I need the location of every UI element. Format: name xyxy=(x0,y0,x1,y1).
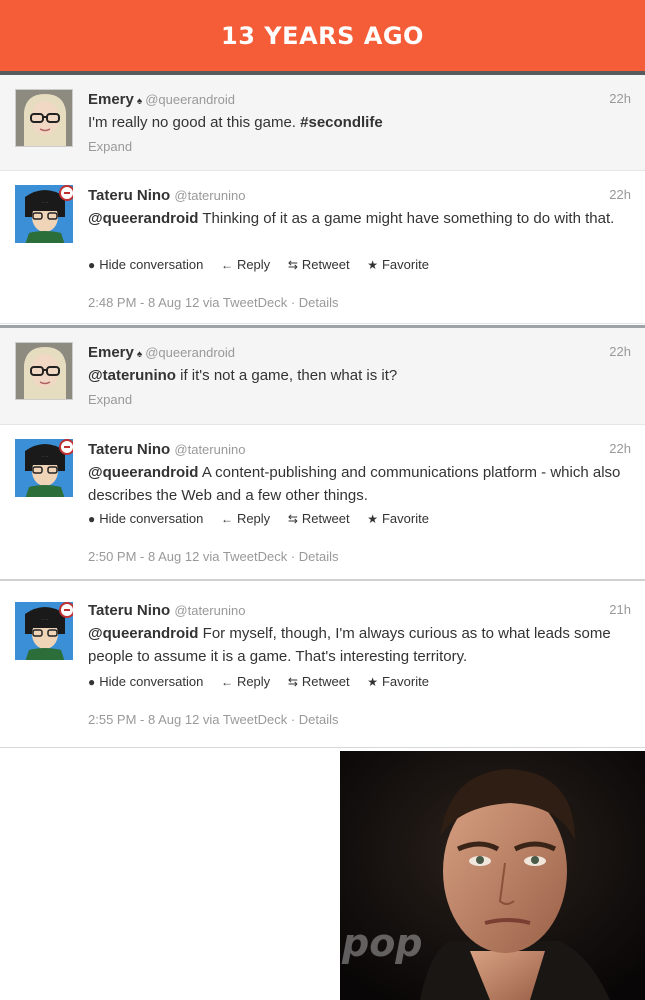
avatar[interactable] xyxy=(15,342,73,400)
star-icon: ★ xyxy=(367,512,378,526)
avatar[interactable] xyxy=(15,439,73,497)
reply-label: Reply xyxy=(236,674,271,689)
reply-button[interactable]: ← Reply xyxy=(221,674,270,689)
favorite-label: Favorite xyxy=(381,674,429,689)
hide-conversation-button[interactable]: ● Hide conversation xyxy=(88,674,203,689)
reply-label: Reply xyxy=(236,511,271,526)
user-name[interactable]: Emery xyxy=(88,91,134,108)
tweet-text: @queerandroid A content-publishing and c… xyxy=(88,461,631,507)
favorite-button[interactable]: ★ Favorite xyxy=(367,257,429,272)
speech-bubble-icon: ● xyxy=(88,512,96,526)
tweet-time[interactable]: 21h xyxy=(609,602,631,617)
reply-label: Reply xyxy=(236,257,271,272)
expand-link[interactable]: Expand xyxy=(88,392,132,407)
retweet-icon: ⇆ xyxy=(287,512,298,526)
tweet-time[interactable]: 22h xyxy=(609,441,631,456)
reply-arrow-icon: ← xyxy=(220,675,233,689)
speech-bubble-icon: ● xyxy=(88,258,96,272)
star-icon: ★ xyxy=(367,258,378,272)
tweet[interactable]: Tateru Nino @taterunino 22h @queerandroi… xyxy=(0,425,645,581)
favorite-button[interactable]: ★ Favorite xyxy=(367,674,429,689)
tweet-meta[interactable]: 2:50 PM - 8 Aug 12 via TweetDeck · Detai… xyxy=(88,549,339,564)
hide-conversation-label: Hide conversation xyxy=(99,257,204,272)
mention-link[interactable]: @queerandroid xyxy=(88,625,198,642)
tweet-meta[interactable]: 2:48 PM - 8 Aug 12 via TweetDeck · Detai… xyxy=(88,295,339,310)
retweet-icon: ⇆ xyxy=(287,675,298,689)
tweet-text: @taterunino if it's not a game, then wha… xyxy=(88,364,631,387)
reply-arrow-icon: ← xyxy=(220,512,233,526)
tweet-header: Emery ♠ @queerandroid 22h xyxy=(88,91,631,108)
spade-icon: ♠ xyxy=(136,96,143,107)
user-handle[interactable]: @taterunino xyxy=(174,603,245,618)
reply-button[interactable]: ← Reply xyxy=(221,257,270,272)
hide-conversation-label: Hide conversation xyxy=(99,674,204,689)
hide-conversation-button[interactable]: ● Hide conversation xyxy=(88,511,203,526)
user-handle[interactable]: @taterunino xyxy=(174,188,245,203)
tweet-actions: ● Hide conversation ← Reply ⇆ Retweet ★ Favo… xyxy=(88,257,443,272)
retweet-button[interactable]: ⇆ Retweet xyxy=(288,674,350,689)
tweet-text: @queerandroid Thinking of it as a game m… xyxy=(88,207,631,230)
reply-arrow-icon: ← xyxy=(220,258,233,272)
tweet-meta[interactable]: 2:55 PM - 8 Aug 12 via TweetDeck · Detai… xyxy=(88,712,339,727)
retweet-label: Retweet xyxy=(301,674,350,689)
banner: 13 YEARS AGO xyxy=(0,0,645,71)
retweet-icon: ⇆ xyxy=(287,258,298,272)
retweet-label: Retweet xyxy=(301,257,350,272)
hashtag-link[interactable]: #secondlife xyxy=(300,114,383,131)
favorite-label: Favorite xyxy=(381,257,429,272)
tweet-time[interactable]: 22h xyxy=(609,91,631,106)
user-name[interactable]: Emery xyxy=(88,344,134,361)
star-icon: ★ xyxy=(367,675,378,689)
favorite-label: Favorite xyxy=(381,511,429,526)
speech-bubble-icon: ● xyxy=(88,675,96,689)
reaction-photo: pop xyxy=(340,751,645,1000)
avatar[interactable] xyxy=(15,89,73,147)
hide-conversation-label: Hide conversation xyxy=(99,511,204,526)
mention-link[interactable]: @queerandroid xyxy=(88,210,198,227)
user-handle[interactable]: @taterunino xyxy=(174,442,245,457)
user-name[interactable]: Tateru Nino xyxy=(88,441,170,458)
tweet-actions: ● Hide conversation ← Reply ⇆ Retweet ★ Favo… xyxy=(88,511,443,526)
tweet-text: @queerandroid For myself, though, I'm al… xyxy=(88,622,631,668)
user-handle[interactable]: @queerandroid xyxy=(145,345,235,360)
spade-icon: ♠ xyxy=(136,349,143,360)
tweet-header: Tateru Nino @taterunino 22h xyxy=(88,441,631,458)
tweet-text: I'm really no good at this game. #second… xyxy=(88,111,631,134)
user-name[interactable]: Tateru Nino xyxy=(88,187,170,204)
reply-button[interactable]: ← Reply xyxy=(221,511,270,526)
user-name[interactable]: Tateru Nino xyxy=(88,602,170,619)
favorite-button[interactable]: ★ Favorite xyxy=(367,511,429,526)
tweet[interactable]: Emery ♠ @queerandroid 22h @taterunino if i… xyxy=(0,328,645,425)
banner-title: 13 YEARS AGO xyxy=(221,21,424,50)
hide-conversation-button[interactable]: ● Hide conversation xyxy=(88,257,203,272)
tweet-time[interactable]: 22h xyxy=(609,344,631,359)
tweet[interactable]: Emery ♠ @queerandroid 22h I'm really no go… xyxy=(0,75,645,171)
user-handle[interactable]: @queerandroid xyxy=(145,92,235,107)
tweet-body: if it's not a game, then what is it? xyxy=(175,367,398,384)
retweet-button[interactable]: ⇆ Retweet xyxy=(288,257,350,272)
tweet-actions: ● Hide conversation ← Reply ⇆ Retweet ★ Favo… xyxy=(88,674,443,689)
retweet-label: Retweet xyxy=(301,511,350,526)
tweet[interactable]: Tateru Nino @taterunino 21h @queerandroi… xyxy=(0,586,645,748)
watermark-logo: pop xyxy=(342,921,423,965)
tweet[interactable]: Tateru Nino @taterunino 22h @queerandroi… xyxy=(0,171,645,324)
retweet-button[interactable]: ⇆ Retweet xyxy=(288,511,350,526)
tweet-header: Tateru Nino @taterunino 22h xyxy=(88,187,631,204)
tweet-time[interactable]: 22h xyxy=(609,187,631,202)
avatar[interactable] xyxy=(15,602,73,660)
tweet-body: Thinking of it as a game might have some… xyxy=(198,210,615,227)
mention-link[interactable]: @queerandroid xyxy=(88,464,198,481)
tweet-header: Tateru Nino @taterunino 21h xyxy=(88,602,631,619)
tweet-header: Emery ♠ @queerandroid 22h xyxy=(88,344,631,361)
expand-link[interactable]: Expand xyxy=(88,139,132,154)
tweet-screenshot: Emery ♠ @queerandroid 22h I'm really no go… xyxy=(0,71,645,748)
avatar[interactable] xyxy=(15,185,73,243)
mention-link[interactable]: @taterunino xyxy=(88,367,176,384)
tweet-body: I'm really no good at this game. xyxy=(88,114,301,131)
